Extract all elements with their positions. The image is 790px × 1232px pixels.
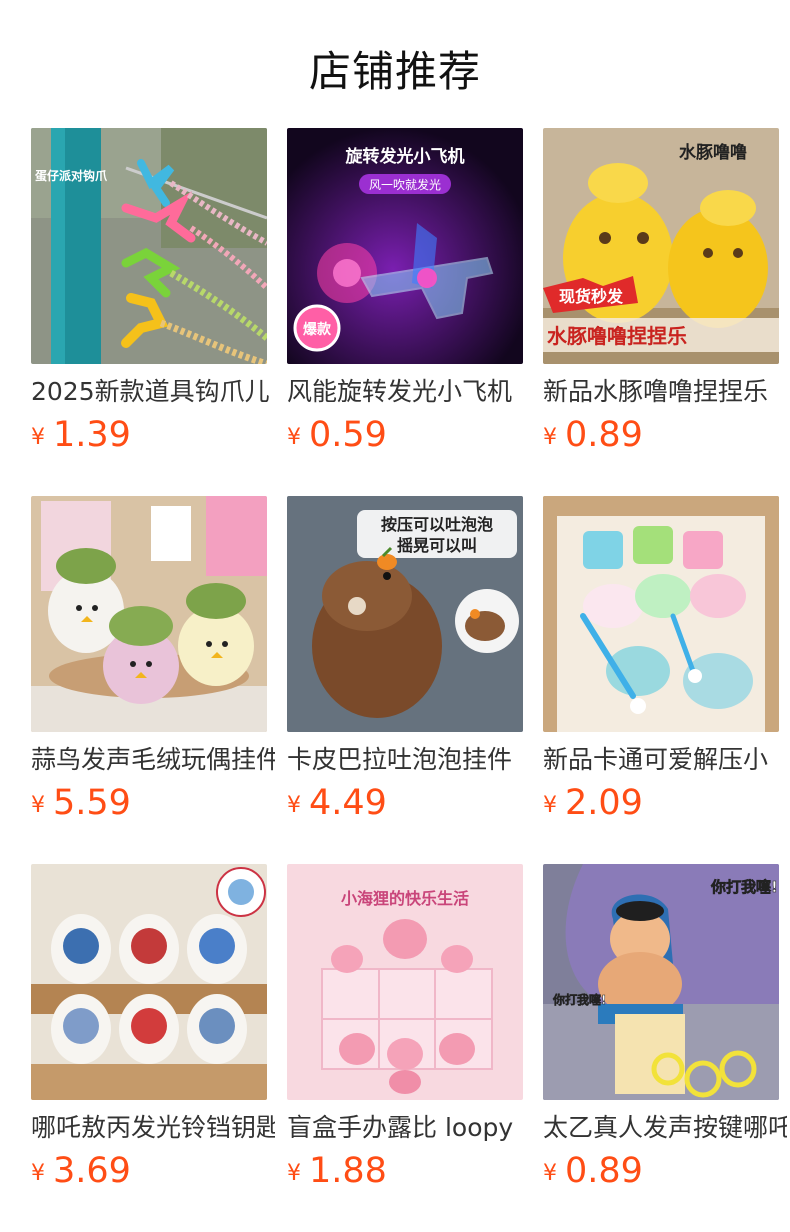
page-title: 店铺推荐 [308, 47, 481, 96]
currency-symbol: ¥ [31, 1161, 45, 1186]
image-caption: 按压可以吐泡泡 [381, 515, 493, 534]
product-price: ¥0.89 [543, 1151, 643, 1195]
currency-symbol: ¥ [287, 1161, 301, 1186]
product-name: 哪吒敖丙发光铃铛钥匙 [31, 1113, 275, 1142]
product-card[interactable]: 哪吒敖丙发光铃铛钥匙 ¥3.69 [31, 864, 275, 1195]
product-image[interactable]: 你打我噻! 你打我噻! [543, 864, 779, 1100]
currency-symbol: ¥ [543, 793, 557, 818]
product-price: ¥1.39 [31, 415, 131, 459]
price-value: 3.69 [53, 1151, 131, 1191]
product-card[interactable]: 旋转发光小飞机 风一吹就发光 爆款 风能旋转发光小飞机 ¥0.59 [287, 128, 523, 458]
product-price: ¥2.09 [543, 783, 643, 827]
product-card[interactable]: 新品卡通可爱解压小 ¥2.09 [543, 496, 779, 826]
product-name: 卡皮巴拉吐泡泡挂件 [287, 745, 513, 774]
product-grid: 蛋仔派对钩爪 2025新款道具钩爪儿 ¥1.39 旋转发光小飞机 风一吹就发光 [31, 128, 790, 1232]
currency-symbol: ¥ [543, 1161, 557, 1186]
currency-symbol: ¥ [287, 425, 301, 450]
image-caption: 爆款 [303, 321, 332, 338]
image-caption: 蛋仔派对钩爪 [35, 168, 108, 183]
product-image[interactable]: 按压可以吐泡泡 摇晃可以叫 [287, 496, 523, 732]
product-image[interactable] [543, 496, 779, 732]
product-card[interactable]: 你打我噻! 你打我噻! 太乙真人发声按键哪吒 ¥0.89 [543, 864, 787, 1195]
image-caption: 风一吹就发光 [369, 177, 441, 192]
product-price: ¥0.89 [543, 415, 643, 459]
product-image[interactable]: 蛋仔派对钩爪 [31, 128, 267, 364]
product-name: 2025新款道具钩爪儿 [31, 377, 270, 406]
product-name: 蒜鸟发声毛绒玩偶挂件 [31, 745, 275, 774]
product-image[interactable] [31, 496, 267, 732]
price-value: 1.39 [53, 415, 131, 455]
product-card[interactable]: 水豚噜噜 现货秒发 水豚噜噜捏捏乐 新品水豚噜噜捏捏乐 ¥0.89 [543, 128, 779, 458]
image-caption: 你打我噻! [710, 878, 778, 896]
product-price: ¥4.49 [287, 783, 387, 827]
product-name: 盲盒手办露比 loopy [287, 1113, 514, 1142]
product-image[interactable]: 水豚噜噜 现货秒发 水豚噜噜捏捏乐 [543, 128, 779, 364]
currency-symbol: ¥ [31, 425, 45, 450]
currency-symbol: ¥ [543, 425, 557, 450]
product-card[interactable]: 蛋仔派对钩爪 2025新款道具钩爪儿 ¥1.39 [31, 128, 270, 459]
image-caption: 水豚噜噜 [679, 142, 747, 163]
price-value: 5.59 [53, 783, 131, 823]
product-image[interactable]: 小海狸的快乐生活 [287, 864, 523, 1100]
product-price: ¥0.59 [287, 415, 387, 459]
product-card[interactable]: 按压可以吐泡泡 摇晃可以叫 卡皮巴拉吐泡泡挂件 ¥4.49 [287, 496, 523, 826]
product-price: ¥3.69 [31, 1151, 131, 1195]
price-value: 0.89 [565, 1151, 643, 1191]
currency-symbol: ¥ [287, 793, 301, 818]
product-name: 太乙真人发声按键哪吒 [543, 1113, 787, 1142]
product-name: 新品水豚噜噜捏捏乐 [543, 377, 769, 406]
price-value: 1.88 [309, 1151, 387, 1191]
price-value: 0.89 [565, 415, 643, 455]
price-value: 4.49 [309, 783, 387, 823]
image-caption: 小海狸的快乐生活 [341, 889, 469, 908]
image-caption: 你打我噻! [552, 992, 606, 1007]
price-value: 2.09 [565, 783, 643, 823]
product-image[interactable] [31, 864, 267, 1100]
product-price: ¥1.88 [287, 1151, 387, 1195]
product-name: 风能旋转发光小飞机 [287, 377, 513, 406]
price-value: 0.59 [309, 415, 387, 455]
image-caption: 摇晃可以叫 [397, 536, 477, 555]
image-caption: 现货秒发 [559, 287, 624, 306]
product-image[interactable]: 旋转发光小飞机 风一吹就发光 爆款 [287, 128, 523, 364]
product-card[interactable]: 小海狸的快乐生活 盲盒手办露比 loopy ¥1.88 [287, 864, 523, 1194]
product-price: ¥5.59 [31, 783, 131, 827]
product-name: 新品卡通可爱解压小 [543, 745, 769, 774]
currency-symbol: ¥ [31, 793, 45, 818]
image-caption: 水豚噜噜捏捏乐 [547, 324, 687, 348]
image-caption: 旋转发光小飞机 [345, 146, 465, 167]
product-card[interactable]: 蒜鸟发声毛绒玩偶挂件 ¥5.59 [31, 496, 275, 827]
